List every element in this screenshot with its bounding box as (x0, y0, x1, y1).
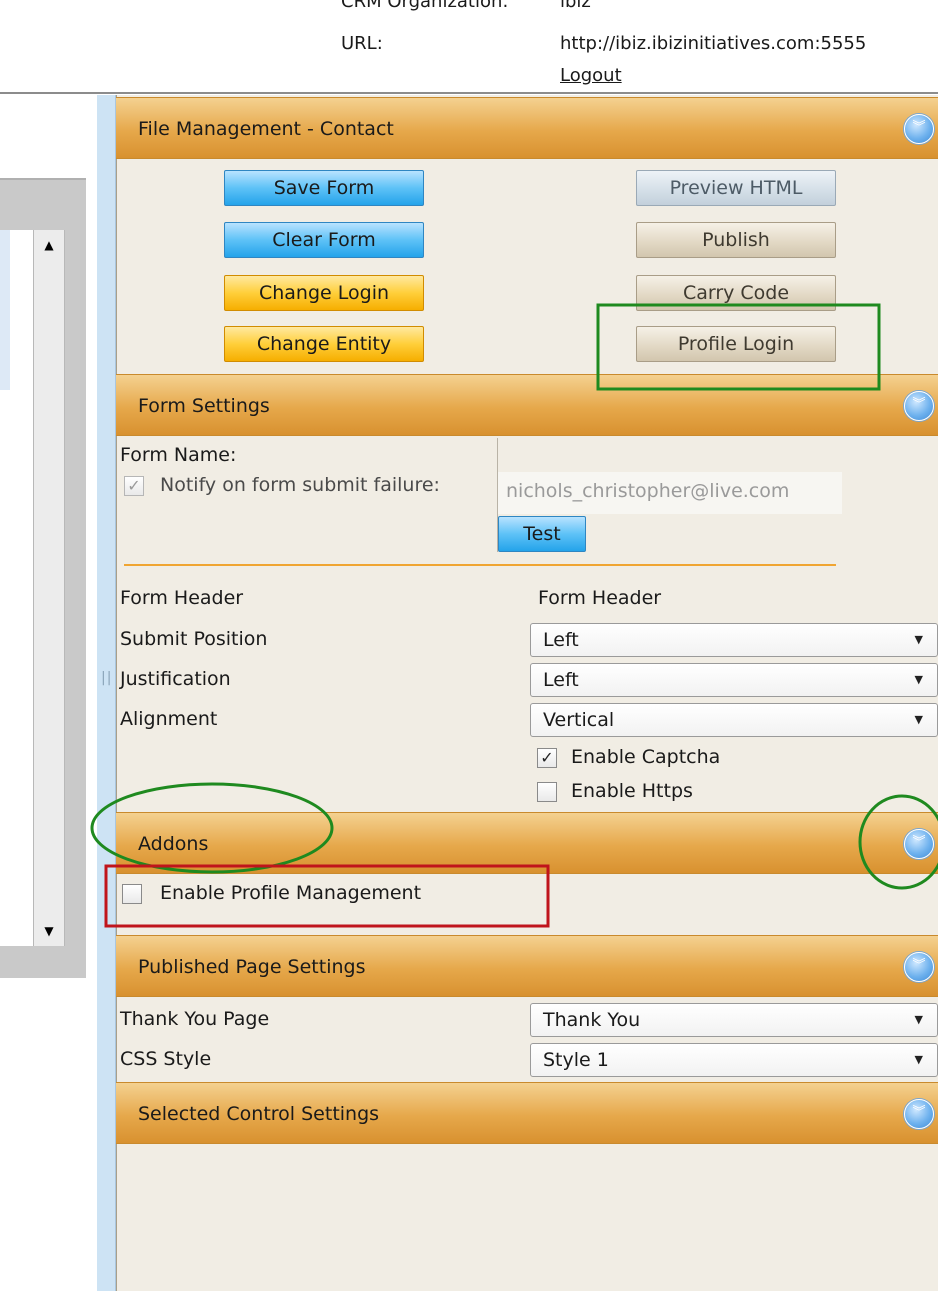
submit-position-label: Submit Position (120, 628, 268, 650)
select-value: Vertical (543, 709, 615, 731)
dropdown-arrow-icon: ▼ (914, 1053, 923, 1066)
thank-you-page-label: Thank You Page (120, 1008, 270, 1030)
css-style-select[interactable]: Style 1 ▼ (530, 1043, 938, 1077)
dropdown-arrow-icon: ▼ (914, 713, 923, 726)
notify-label: Notify on form submit failure: (160, 474, 440, 496)
select-value: Left (543, 629, 579, 651)
thank-you-page-select[interactable]: Thank You ▼ (530, 1003, 938, 1037)
enable-captcha-checkbox[interactable]: ✓ (537, 748, 557, 768)
chevron-double-down-icon[interactable]: ︾ (904, 114, 934, 144)
alignment-label: Alignment (120, 708, 218, 730)
crm-org-value: ibiz (560, 0, 591, 12)
chevron-double-down-icon[interactable]: ︾ (904, 952, 934, 982)
logout-link[interactable]: Logout (560, 65, 622, 86)
chevron-double-down-icon[interactable]: ︾ (904, 1099, 934, 1129)
crm-org-label: CRM Organization: (341, 0, 509, 12)
section-title: Published Page Settings (138, 956, 366, 978)
dropdown-arrow-icon: ▼ (914, 673, 923, 686)
section-form-settings[interactable]: Form Settings ︾ (116, 374, 938, 436)
profile-login-button[interactable]: Profile Login (636, 326, 836, 362)
left-canvas-highlight (0, 230, 10, 390)
section-published-page-settings[interactable]: Published Page Settings ︾ (116, 935, 938, 997)
form-header-value: Form Header (538, 587, 662, 609)
notify-checkbox[interactable]: ✓ (124, 476, 144, 496)
enable-https-checkbox[interactable] (537, 782, 557, 802)
chevron-double-down-icon[interactable]: ︾ (904, 829, 934, 859)
section-title: Addons (138, 833, 209, 855)
change-entity-button[interactable]: Change Entity (224, 326, 424, 362)
enable-profile-management-checkbox[interactable] (122, 884, 142, 904)
chevron-double-down-icon[interactable]: ︾ (904, 391, 934, 421)
enable-https-label: Enable Https (571, 780, 693, 802)
section-file-management[interactable]: File Management - Contact ︾ (116, 97, 938, 159)
select-value: Style 1 (543, 1049, 609, 1071)
notify-email-value: nichols_christopher@live.com (506, 480, 790, 502)
enable-profile-management-label: Enable Profile Management (160, 882, 422, 904)
css-style-label: CSS Style (120, 1048, 212, 1070)
justification-label: Justification (120, 668, 231, 690)
left-scrollbar[interactable]: ▲ ▼ (33, 230, 65, 946)
notify-email-field[interactable]: nichols_christopher@live.com (498, 472, 842, 514)
preview-html-button[interactable]: Preview HTML (636, 170, 836, 206)
section-title: Form Settings (138, 395, 270, 417)
section-addons[interactable]: Addons ︾ (116, 812, 938, 874)
save-form-button[interactable]: Save Form (224, 170, 424, 206)
submit-position-select[interactable]: Left ▼ (530, 623, 938, 657)
form-header-label: Form Header (120, 587, 244, 609)
select-value: Thank You (543, 1009, 641, 1031)
change-login-button[interactable]: Change Login (224, 275, 424, 311)
select-value: Left (543, 669, 579, 691)
dropdown-arrow-icon: ▼ (914, 633, 923, 646)
section-title: Selected Control Settings (138, 1103, 380, 1125)
section-title: File Management - Contact (138, 118, 394, 140)
scroll-down-icon[interactable]: ▼ (34, 916, 64, 946)
header-divider (0, 92, 938, 94)
splitter-grip-icon: || (101, 670, 113, 686)
justification-select[interactable]: Left ▼ (530, 663, 938, 697)
settings-separator (124, 564, 836, 566)
section-selected-control-settings[interactable]: Selected Control Settings ︾ (116, 1082, 938, 1144)
dropdown-arrow-icon: ▼ (914, 1013, 923, 1026)
publish-button[interactable]: Publish (636, 222, 836, 258)
clear-form-button[interactable]: Clear Form (224, 222, 424, 258)
url-value: http://ibiz.ibizinitiatives.com:5555 (560, 33, 867, 54)
alignment-select[interactable]: Vertical ▼ (530, 703, 938, 737)
panel-splitter[interactable] (97, 95, 116, 1291)
enable-captcha-label: Enable Captcha (571, 746, 721, 768)
test-button[interactable]: Test (498, 516, 586, 552)
carry-code-button[interactable]: Carry Code (636, 275, 836, 311)
url-label: URL: (341, 33, 383, 54)
scroll-up-icon[interactable]: ▲ (34, 230, 64, 260)
form-name-label: Form Name: (120, 444, 237, 466)
